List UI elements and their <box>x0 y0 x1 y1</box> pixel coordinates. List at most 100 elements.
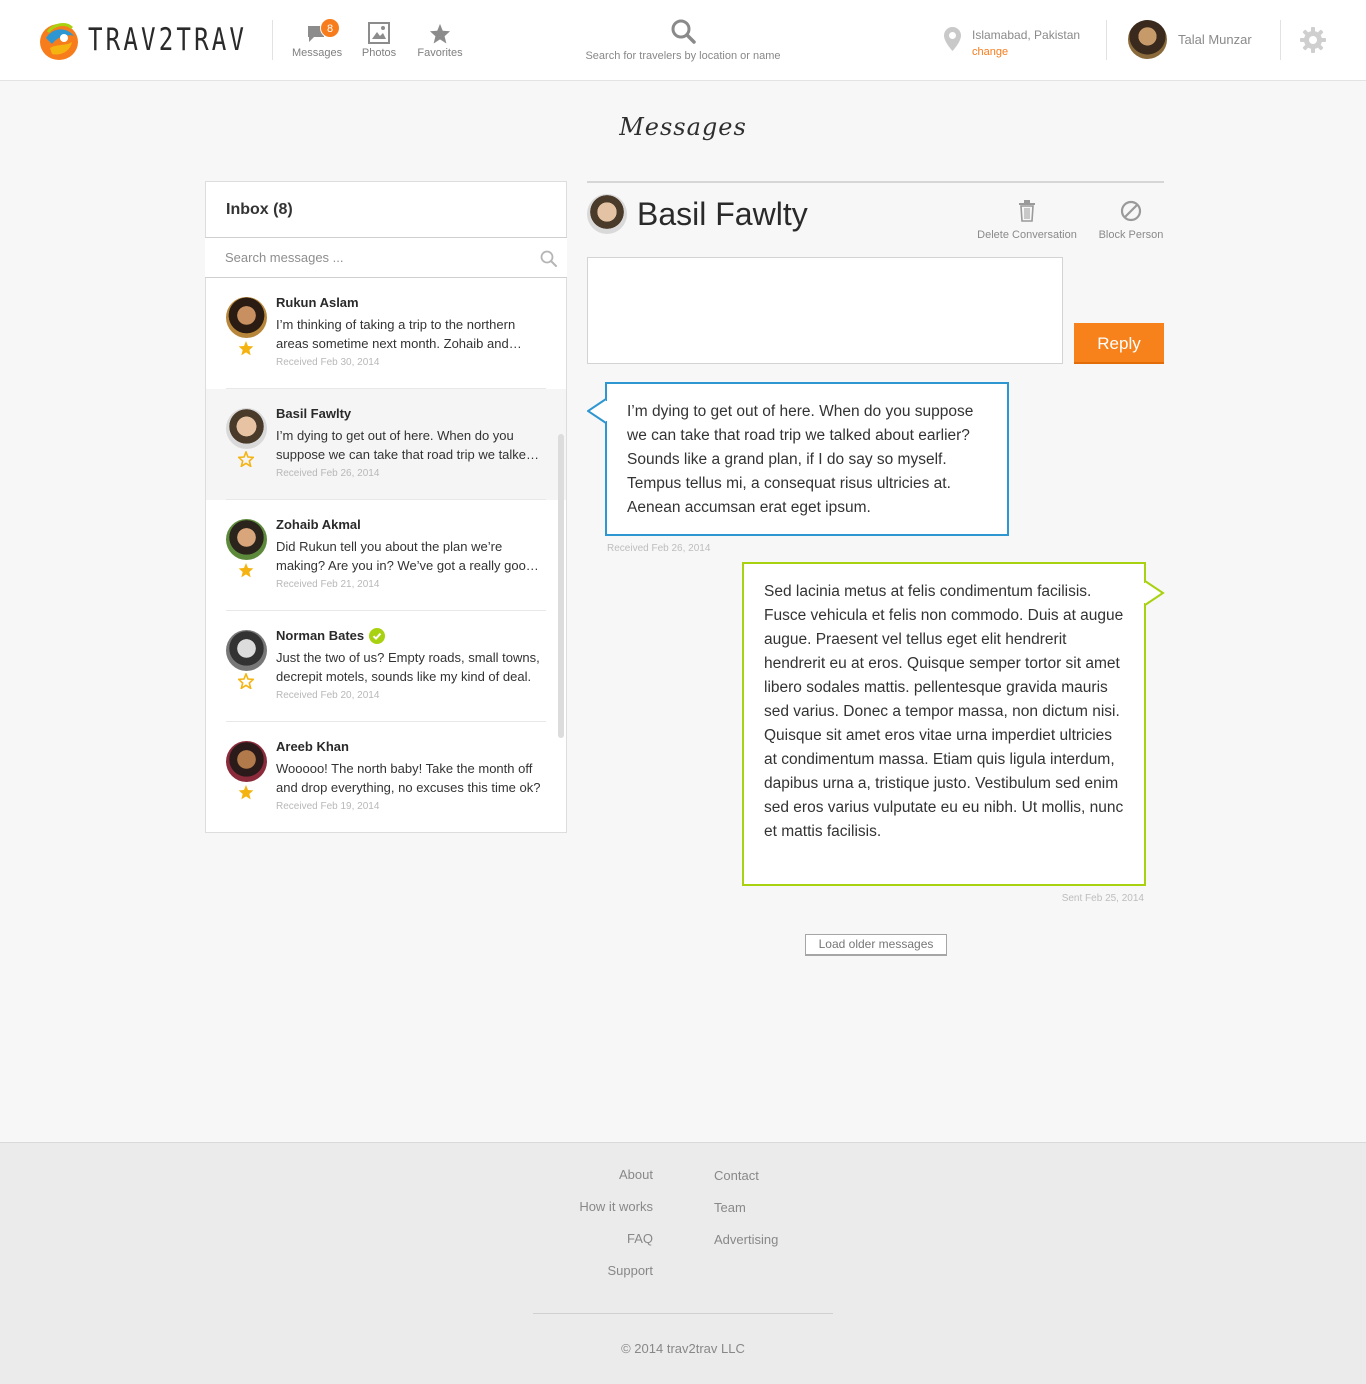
sender-avatar <box>226 519 267 560</box>
star-filled-icon[interactable] <box>238 340 254 356</box>
footer-link-about[interactable]: About <box>579 1167 653 1199</box>
bubble-tail <box>1144 580 1165 606</box>
block-person-button[interactable]: Block Person <box>1097 200 1165 241</box>
message-date: Received Feb 21, 2014 <box>276 579 380 590</box>
brand-name: TRAV2TRAV <box>88 22 248 58</box>
sender-name-text: Areeb Khan <box>276 739 349 754</box>
sender-name: Basil Fawlty <box>276 404 546 423</box>
message-snippet: Did Rukun tell you about the plan we’re … <box>276 539 534 573</box>
footer-link-advertising[interactable]: Advertising <box>714 1232 778 1264</box>
message-list-item-content: Zohaib Akmal Did Rukun tell you about the… <box>276 515 546 590</box>
logo-mark-icon <box>40 23 78 60</box>
footer-link-contact[interactable]: Contact <box>714 1168 778 1200</box>
star-outline-icon[interactable] <box>238 451 254 467</box>
photo-icon <box>368 22 390 44</box>
footer-divider <box>533 1313 833 1314</box>
load-older-messages-button[interactable]: Load older messages <box>805 934 947 956</box>
conversation-header: Basil Fawlty <box>587 194 808 234</box>
message-date: Received Feb 30, 2014 <box>276 357 380 368</box>
sender-name: Rukun Aslam <box>276 293 546 312</box>
nav-messages[interactable]: 8 Messages <box>292 18 343 59</box>
traveler-search-label: Search for travelers by location or name <box>585 50 781 62</box>
footer-links-left: About How it works FAQ Support <box>579 1167 653 1295</box>
sender-name-text: Basil Fawlty <box>276 406 352 421</box>
trash-icon <box>1019 200 1035 222</box>
block-person-label: Block Person <box>1098 229 1164 241</box>
message-snippet: Just the two of us? Empty roads, small t… <box>276 650 540 684</box>
page-title: Messages <box>619 113 747 141</box>
message-date: Received Feb 20, 2014 <box>276 690 380 701</box>
footer-links-right: Contact Team Advertising <box>714 1168 778 1264</box>
received-message-date: Received Feb 26, 2014 <box>607 543 711 554</box>
message-list-item[interactable]: Basil Fawlty I’m dying to get out of here… <box>206 389 566 500</box>
reply-textarea[interactable] <box>588 258 1062 363</box>
star-filled-icon[interactable] <box>238 562 254 578</box>
message-list-item[interactable]: Norman Bates Just the two of us? Empty ro… <box>206 611 566 722</box>
user-avatar <box>1128 20 1167 59</box>
inbox-panel: Inbox (8) Rukun Aslam I’m thinking of tak… <box>205 181 567 833</box>
sender-name-text: Zohaib Akmal <box>276 517 361 532</box>
sent-message: Sed lacinia metus at felis condimentum f… <box>742 562 1146 886</box>
header-divider <box>1106 20 1107 60</box>
sender-name: Norman Bates <box>276 626 546 645</box>
inbox-scrollbar[interactable] <box>558 434 564 738</box>
footer-link-faq[interactable]: FAQ <box>579 1231 653 1263</box>
inbox-search <box>205 237 567 278</box>
header-divider <box>1280 20 1281 60</box>
user-menu[interactable]: Talal Munzar <box>1128 20 1252 59</box>
delete-conversation-button[interactable]: Delete Conversation <box>975 200 1079 241</box>
sender-name-text: Norman Bates <box>276 628 365 643</box>
search-icon[interactable] <box>540 250 557 267</box>
sender-name: Zohaib Akmal <box>276 515 546 534</box>
location-widget: Islamabad, Pakistan change <box>944 27 1080 61</box>
conversation-divider <box>587 181 1164 183</box>
contact-avatar <box>587 194 627 234</box>
bubble-tail <box>587 398 607 424</box>
footer-link-how-it-works[interactable]: How it works <box>579 1199 653 1231</box>
location-change-link[interactable]: change <box>972 44 1080 61</box>
nav-messages-label: Messages <box>292 47 343 59</box>
message-date: Received Feb 26, 2014 <box>276 468 380 479</box>
message-snippet: Wooooo! The north baby! Take the month o… <box>276 761 541 795</box>
nav-photos[interactable]: Photos <box>360 20 398 59</box>
sent-message-text: Sed lacinia metus at felis condimentum f… <box>764 583 1124 840</box>
verified-check-icon <box>369 627 386 644</box>
message-list-item-content: Areeb Khan Wooooo! The north baby! Take t… <box>276 737 546 812</box>
map-pin-icon <box>944 27 961 51</box>
location-city: Islamabad, Pakistan <box>972 28 1081 42</box>
copyright: © 2014 trav2trav LLC <box>621 1341 745 1356</box>
message-list-item[interactable]: Areeb Khan Wooooo! The north baby! Take t… <box>206 722 566 833</box>
star-outline-icon[interactable] <box>238 673 254 689</box>
nav-favorites-label: Favorites <box>417 47 463 59</box>
inbox-title: Inbox (8) <box>226 201 293 218</box>
delete-conversation-label: Delete Conversation <box>977 229 1077 241</box>
nav-favorites[interactable]: Favorites <box>416 20 464 59</box>
sender-name: Areeb Khan <box>276 737 546 756</box>
message-list-item-content: Norman Bates Just the two of us? Empty ro… <box>276 626 546 701</box>
message-list-item[interactable]: Zohaib Akmal Did Rukun tell you about the… <box>206 500 566 611</box>
footer-link-team[interactable]: Team <box>714 1200 778 1232</box>
reply-button[interactable]: Reply <box>1074 323 1164 364</box>
search-icon <box>671 19 696 44</box>
message-date: Received Feb 19, 2014 <box>276 801 380 812</box>
brand-logo[interactable]: TRAV2TRAV <box>38 18 292 62</box>
sender-avatar <box>226 297 267 338</box>
footer-link-support[interactable]: Support <box>579 1263 653 1295</box>
message-list-item-content: Rukun Aslam I’m thinking of taking a trip… <box>276 293 546 368</box>
sender-name-text: Rukun Aslam <box>276 295 359 310</box>
inbox-search-input[interactable] <box>205 238 567 277</box>
user-name: Talal Munzar <box>1178 32 1252 47</box>
received-message-text: I’m dying to get out of here. When do yo… <box>627 403 974 516</box>
star-icon <box>429 23 451 44</box>
sender-avatar <box>226 630 267 671</box>
top-header: TRAV2TRAV 8 Messages Photos Favorites Se… <box>0 0 1366 81</box>
gear-icon[interactable] <box>1300 27 1326 53</box>
star-filled-icon[interactable] <box>238 784 254 800</box>
header-divider <box>272 20 273 60</box>
sender-avatar <box>226 408 267 449</box>
traveler-search[interactable]: Search for travelers by location or name <box>578 18 788 62</box>
message-snippet: I’m dying to get out of here. When do yo… <box>276 428 534 462</box>
message-list-item[interactable]: Rukun Aslam I’m thinking of taking a trip… <box>206 278 566 389</box>
reply-textarea-wrapper <box>587 257 1063 364</box>
block-icon <box>1120 200 1142 222</box>
